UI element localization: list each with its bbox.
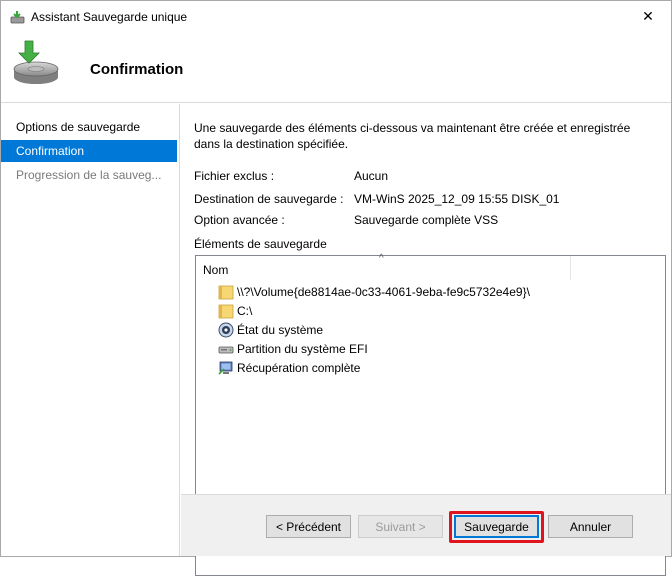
backup-disk-icon bbox=[13, 40, 59, 84]
folder-icon bbox=[218, 285, 234, 300]
cancel-button[interactable]: Annuler bbox=[548, 515, 633, 538]
title-bar: Assistant Sauvegarde unique ✕ bbox=[1, 1, 671, 33]
list-item-label: \\?\Volume{de8814ae-0c33-4061-9eba-fe9c5… bbox=[237, 285, 530, 299]
backup-app-icon bbox=[10, 11, 25, 24]
window-title: Assistant Sauvegarde unique bbox=[31, 10, 188, 24]
wizard-footer: < Précédent Suivant > Sauvegarde Annuler bbox=[181, 494, 671, 556]
step-options-de-sauvegarde[interactable]: Options de sauvegarde bbox=[1, 116, 177, 138]
folder-icon bbox=[218, 304, 234, 319]
step-progression: Progression de la sauveg... bbox=[16, 168, 162, 182]
destination-label: Destination de sauvegarde : bbox=[194, 192, 344, 206]
backup-items-label: Éléments de sauvegarde bbox=[194, 237, 327, 251]
backup-button[interactable]: Sauvegarde bbox=[454, 515, 539, 538]
wizard-header: Confirmation bbox=[1, 33, 671, 103]
sort-arrow-icon: ^ bbox=[379, 253, 384, 264]
drive-icon bbox=[218, 346, 234, 354]
advanced-option-label: Option avancée : bbox=[194, 213, 285, 227]
list-item-label: Partition du système EFI bbox=[237, 342, 368, 356]
advanced-option-value: Sauvegarde complète VSS bbox=[354, 213, 499, 227]
list-item-label: Récupération complète bbox=[237, 361, 361, 375]
wizard-steps: Options de sauvegarde Confirmation Progr… bbox=[1, 104, 180, 556]
excluded-files-label: Fichier exclus : bbox=[194, 169, 275, 183]
wizard-window: Assistant Sauvegarde unique ✕ Confirmati… bbox=[0, 0, 672, 576]
close-icon: ✕ bbox=[642, 8, 654, 24]
list-item[interactable]: \\?\Volume{de8814ae-0c33-4061-9eba-fe9c5… bbox=[218, 283, 530, 301]
destination-value: VM-WinS 2025_12_09 15:55 DISK_01 bbox=[354, 192, 560, 206]
system-state-icon bbox=[218, 322, 234, 338]
list-item-label: État du système bbox=[237, 323, 324, 337]
page-title: Confirmation bbox=[90, 61, 184, 78]
column-header-label: Nom bbox=[203, 263, 229, 277]
next-button: Suivant > bbox=[358, 515, 443, 538]
list-item[interactable]: Partition du système EFI bbox=[218, 340, 368, 358]
previous-button[interactable]: < Précédent bbox=[266, 515, 351, 538]
recovery-icon bbox=[218, 361, 233, 375]
step-confirmation[interactable]: Confirmation bbox=[1, 140, 177, 162]
column-header-nom[interactable]: ^ Nom bbox=[196, 253, 571, 280]
list-item-label: C:\ bbox=[237, 304, 253, 318]
excluded-files-value: Aucun bbox=[354, 169, 389, 183]
intro-text: Une sauvegarde des éléments ci-dessous v… bbox=[194, 121, 631, 151]
confirmation-panel: Une sauvegarde des éléments ci-dessous v… bbox=[181, 104, 671, 576]
list-item[interactable]: C:\ bbox=[218, 302, 252, 320]
close-button[interactable]: ✕ bbox=[625, 1, 671, 32]
list-item[interactable]: Récupération complète bbox=[218, 359, 360, 377]
list-item[interactable]: État du système bbox=[218, 321, 323, 339]
